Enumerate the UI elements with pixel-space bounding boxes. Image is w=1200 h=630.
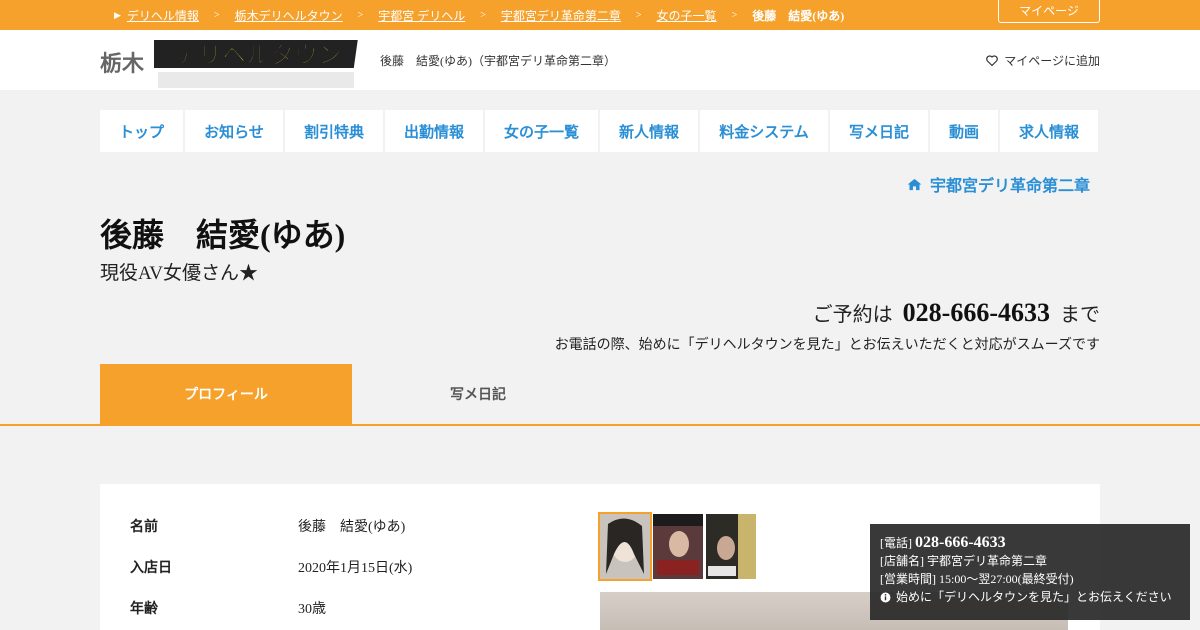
photo-thumbnail[interactable] [598, 512, 652, 581]
nav-item-girls[interactable]: 女の子一覧 [485, 110, 598, 152]
add-to-mypage-link[interactable]: マイページに追加 [986, 52, 1100, 69]
home-icon [907, 178, 922, 190]
info-shop-label: [店舗名] [880, 554, 924, 568]
info-hours-line: [営業時間] 15:00～翌27:00(最終受付) [880, 570, 1180, 588]
breadcrumb-separator: > [731, 9, 738, 21]
shop-link[interactable]: 宇都宮デリ革命第二章 [907, 172, 1090, 196]
tab-diary[interactable]: 写メ日記 [352, 364, 604, 424]
photo-thumbnail[interactable] [653, 514, 703, 579]
nav-item-schedule[interactable]: 出勤情報 [385, 110, 483, 152]
profile-row: 入店日 2020年1月15日(水) [130, 557, 412, 577]
breadcrumb-item[interactable]: 女の子一覧 [657, 7, 717, 24]
info-hours-label: [営業時間] [880, 572, 936, 586]
nav-item-pricing[interactable]: 料金システム [700, 110, 828, 152]
nav-item-recruit[interactable]: 求人情報 [1000, 110, 1098, 152]
reservation-line: ご予約は 028-666-4633 まで [813, 298, 1100, 328]
nav-item-top[interactable]: トップ [100, 110, 183, 152]
top-bar: ▶ デリヘル情報 > 栃木デリヘルタウン > 宇都宮 デリヘル > 宇都宮デリ革… [0, 0, 1200, 30]
logo-prefecture[interactable]: 栃木 [100, 46, 144, 78]
breadcrumb-separator: > [635, 9, 642, 21]
profile-label: 名前 [130, 520, 158, 535]
nav-item-video[interactable]: 動画 [930, 110, 998, 152]
heart-icon [986, 55, 999, 66]
nav-item-newcomers[interactable]: 新人情報 [600, 110, 698, 152]
main-nav: トップ お知らせ 割引特典 出勤情報 女の子一覧 新人情報 料金システム 写メ日… [100, 110, 1100, 152]
reserve-phone[interactable]: 028-666-4633 [903, 298, 1050, 328]
profile-label: 年齢 [130, 602, 158, 617]
breadcrumb-item[interactable]: 宇都宮デリ革命第二章 [501, 7, 621, 24]
shop-link-label: 宇都宮デリ革命第二章 [929, 178, 1090, 195]
photo-thumbnails [598, 512, 756, 581]
page-title: 後藤 結愛(ゆあ)（宇都宮デリ革命第二章） [380, 54, 616, 68]
reservation-note: お電話の際、始めに「デリヘルタウンを見た」とお伝えいただくと対応がスムーズです [554, 338, 1100, 353]
info-note-line: 始めに「デリヘルタウンを見た」とお伝えください [880, 588, 1180, 606]
info-note: 始めに「デリヘルタウンを見た」とお伝えください [896, 590, 1172, 604]
profile-row: 年齢 30歳 [130, 598, 326, 618]
profile-row: 名前 後藤 結愛(ゆあ) [130, 516, 405, 536]
nav-item-diary[interactable]: 写メ日記 [830, 110, 928, 152]
mypage-button[interactable]: マイページ [998, 0, 1100, 23]
info-icon [880, 592, 891, 602]
triangle-icon: ▶ [114, 9, 121, 20]
profile-tabs: プロフィール 写メ日記 [100, 364, 604, 424]
info-tel-line: [電話] 028-666-4633 [880, 534, 1180, 552]
profile-value: 2020年1月15日(水) [298, 561, 413, 576]
profile-label: 入店日 [130, 561, 172, 576]
info-hours: 15:00～翌27:00(最終受付) [939, 572, 1074, 586]
breadcrumb-item[interactable]: 栃木デリヘルタウン [235, 7, 343, 24]
info-shop: 宇都宮デリ革命第二章 [927, 554, 1048, 568]
breadcrumb-separator: > [480, 9, 486, 21]
photo-thumbnail[interactable] [706, 514, 756, 579]
info-tel-label: [電話] [880, 536, 912, 550]
site-header: 栃木 デリヘルタウン 後藤 結愛(ゆあ)（宇都宮デリ革命第二章） マイページに追… [0, 30, 1200, 90]
breadcrumb-current: 後藤 結愛(ゆあ) [752, 8, 845, 23]
info-tel[interactable]: 028-666-4633 [915, 534, 1006, 551]
reserve-suffix: まで [1060, 304, 1100, 326]
add-to-mypage-label: マイページに追加 [1004, 54, 1100, 68]
logo-text: デリヘルタウン [174, 41, 342, 69]
profile-value: 後藤 結愛(ゆあ) [298, 520, 406, 535]
breadcrumb-item[interactable]: 宇都宮 デリヘル [378, 7, 465, 24]
girl-name: 後藤 結愛(ゆあ) [100, 217, 346, 253]
nav-item-news[interactable]: お知らせ [185, 110, 283, 152]
breadcrumb-item[interactable]: デリヘル情報 [127, 7, 199, 24]
profile-value: 30歳 [298, 602, 326, 617]
breadcrumb-separator: > [213, 9, 220, 21]
tab-divider [0, 424, 1200, 426]
tab-profile[interactable]: プロフィール [100, 364, 352, 424]
reserve-prefix: ご予約は [812, 304, 893, 326]
breadcrumb-separator: > [357, 9, 364, 21]
breadcrumb: ▶ デリヘル情報 > 栃木デリヘルタウン > 宇都宮 デリヘル > 宇都宮デリ革… [114, 0, 844, 30]
site-logo[interactable]: デリヘルタウン [154, 38, 362, 90]
info-shop-line: [店舗名] 宇都宮デリ革命第二章 [880, 552, 1180, 570]
nav-item-discount[interactable]: 割引特典 [285, 110, 383, 152]
girl-catchphrase: 現役AV女優さん★ [100, 263, 258, 284]
contact-info-box: [電話] 028-666-4633 [店舗名] 宇都宮デリ革命第二章 [営業時間… [870, 524, 1190, 620]
